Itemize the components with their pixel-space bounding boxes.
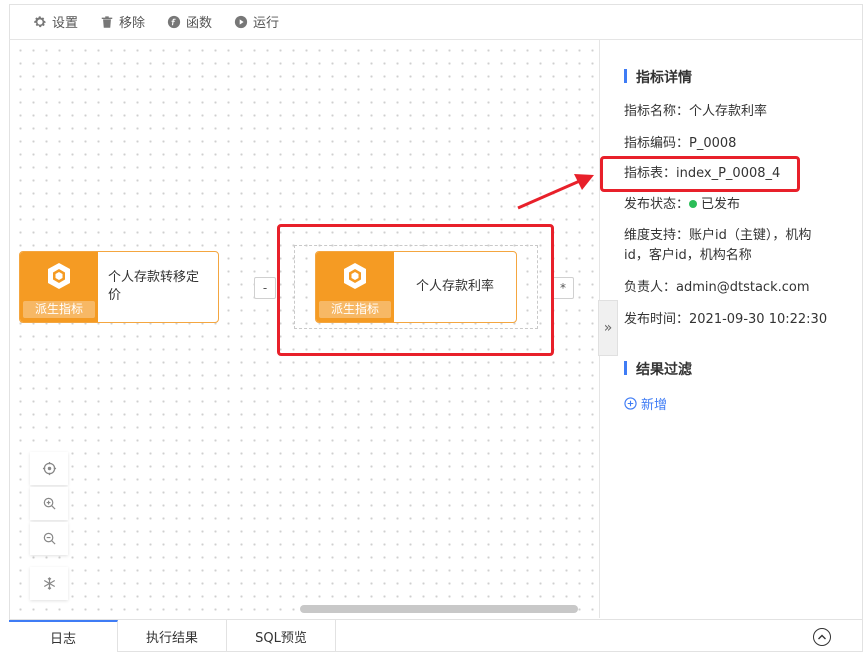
toolbar: 设置 移除 函数 运行 bbox=[9, 4, 863, 40]
bottom-panel-tabs: 日志 执行结果 SQL预览 bbox=[9, 619, 863, 652]
settings-label: 设置 bbox=[52, 16, 79, 31]
annotation-arrow bbox=[517, 174, 594, 210]
annotation-highlight-node bbox=[277, 224, 554, 356]
prop-name-label: 指标名称： bbox=[624, 104, 690, 119]
tab-log[interactable]: 日志 bbox=[9, 620, 118, 652]
connector-minus[interactable]: - bbox=[254, 277, 276, 299]
horizontal-scrollbar[interactable] bbox=[300, 605, 578, 613]
prop-code-value: P_0008 bbox=[689, 136, 737, 151]
prop-owner-label: 负责人： bbox=[624, 280, 677, 295]
canvas-tools bbox=[30, 452, 68, 600]
prop-time-label: 发布时间： bbox=[624, 312, 690, 327]
gear-icon bbox=[34, 15, 46, 27]
chevron-up-icon bbox=[818, 634, 826, 640]
add-filter-label: 新增 bbox=[641, 398, 668, 413]
prop-code-label: 指标编码： bbox=[624, 136, 690, 151]
zoom-in-button[interactable] bbox=[30, 487, 68, 520]
prop-owner-value: admin@dtstack.com bbox=[676, 280, 810, 295]
hexagon-metric-icon bbox=[48, 263, 70, 289]
prop-status-value: 已发布 bbox=[701, 197, 741, 212]
tab-results[interactable]: 执行结果 bbox=[118, 620, 227, 652]
locate-button[interactable] bbox=[30, 452, 68, 485]
functions-button[interactable]: 函数 bbox=[167, 12, 212, 31]
prop-time: 发布时间：2021-09-30 10:22:30 bbox=[624, 310, 834, 330]
connector-multiply[interactable]: * bbox=[552, 277, 574, 299]
details-section-title: 指标详情 bbox=[624, 67, 692, 87]
tab-sql-preview[interactable]: SQL预览 bbox=[227, 620, 336, 652]
graph-canvas[interactable]: 派生指标 个人存款转移定价 - 派生指标 个人存款利率 * bbox=[10, 40, 598, 618]
plus-circle-icon bbox=[624, 397, 637, 410]
play-icon bbox=[234, 15, 248, 28]
add-filter-button[interactable]: 新增 bbox=[624, 394, 667, 413]
snowflake-icon bbox=[43, 577, 55, 590]
node-type-label: 派生指标 bbox=[23, 301, 95, 318]
functions-label: 函数 bbox=[186, 16, 213, 31]
run-label: 运行 bbox=[253, 16, 280, 31]
collapse-panel-button[interactable]: » bbox=[598, 300, 618, 356]
expand-panel-button[interactable] bbox=[813, 628, 831, 646]
crosshair-icon bbox=[42, 461, 56, 476]
function-icon bbox=[167, 15, 181, 28]
prop-dimensions: 维度支持：账户id（主键），机构id，客户id，机构名称 bbox=[624, 226, 834, 266]
prop-status: 发布状态： 已发布 bbox=[624, 195, 834, 215]
node-title: 个人存款转移定价 bbox=[108, 270, 200, 303]
run-button[interactable]: 运行 bbox=[234, 12, 279, 31]
zoom-out-icon bbox=[43, 532, 56, 545]
prop-name-value: 个人存款利率 bbox=[689, 104, 768, 119]
prop-code: 指标编码：P_0008 bbox=[624, 134, 834, 154]
node-transfer-pricing[interactable]: 派生指标 个人存款转移定价 bbox=[19, 251, 219, 323]
zoom-in-icon bbox=[43, 497, 56, 510]
prop-time-value: 2021-09-30 10:22:30 bbox=[689, 312, 828, 327]
annotation-highlight-table bbox=[600, 156, 800, 192]
layout-button[interactable] bbox=[30, 567, 68, 600]
prop-owner: 负责人：admin@dtstack.com bbox=[624, 278, 834, 298]
remove-label: 移除 bbox=[119, 16, 146, 31]
remove-button[interactable]: 移除 bbox=[100, 12, 145, 31]
trash-icon bbox=[101, 15, 113, 28]
prop-status-label: 发布状态： bbox=[624, 197, 690, 212]
prop-name: 指标名称：个人存款利率 bbox=[624, 102, 834, 122]
prop-dimensions-label: 维度支持： bbox=[624, 228, 690, 243]
settings-button[interactable]: 设置 bbox=[33, 12, 78, 31]
status-dot bbox=[689, 200, 698, 208]
node-badge: 派生指标 bbox=[20, 252, 98, 322]
filter-section-title: 结果过滤 bbox=[624, 359, 692, 379]
zoom-out-button[interactable] bbox=[30, 522, 68, 555]
